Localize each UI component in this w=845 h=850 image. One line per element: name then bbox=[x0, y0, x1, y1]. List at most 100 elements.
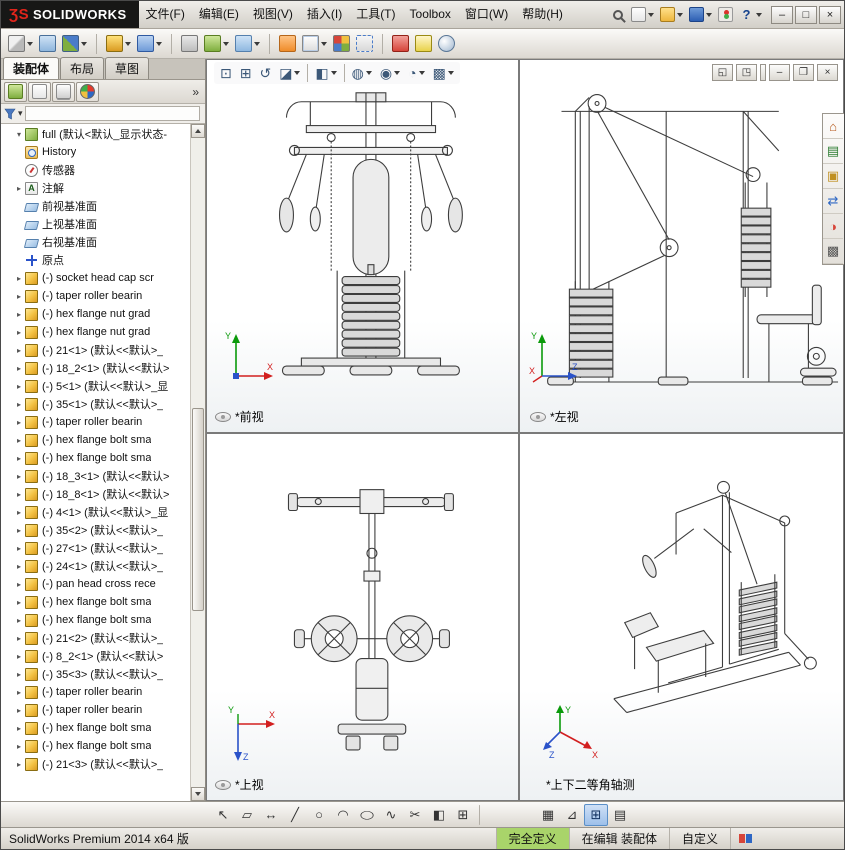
configurationmanager-tab[interactable] bbox=[52, 81, 75, 102]
tree-item[interactable]: ▸ (-) 35<2> (默认<<默认>_ bbox=[1, 521, 205, 539]
tree-item[interactable]: 前视基准面 bbox=[1, 197, 205, 215]
tree-item[interactable]: ▸ (-) 18_8<1> (默认<<默认> bbox=[1, 485, 205, 503]
menu-item[interactable]: 插入(I) bbox=[300, 1, 349, 28]
expand-arrow-icon[interactable]: ▸ bbox=[14, 742, 24, 751]
tree-item[interactable]: ▸ (-) 24<1> (默认<<默认>_ bbox=[1, 557, 205, 575]
expand-arrow-icon[interactable]: ▸ bbox=[14, 328, 24, 337]
options-button[interactable] bbox=[715, 3, 736, 27]
linear-component-pattern-button[interactable] bbox=[59, 31, 90, 57]
expand-arrow-icon[interactable]: ▸ bbox=[14, 670, 24, 679]
displaymanager-tab[interactable] bbox=[76, 81, 99, 102]
menu-item[interactable]: 窗口(W) bbox=[458, 1, 515, 28]
tree-item[interactable]: History bbox=[1, 143, 205, 161]
viewport-front[interactable]: Y X *前视 bbox=[206, 59, 519, 433]
expand-arrow-icon[interactable]: ▸ bbox=[14, 580, 24, 589]
tree-item[interactable]: ▸ (-) hex flange bolt sma bbox=[1, 737, 205, 755]
search-icon[interactable] bbox=[608, 3, 628, 27]
tab-layout[interactable]: 布局 bbox=[60, 57, 105, 79]
menu-item[interactable]: Toolbox bbox=[403, 1, 458, 28]
tree-item[interactable]: 传感器 bbox=[1, 161, 205, 179]
bill-of-materials-button[interactable] bbox=[299, 31, 330, 57]
filter-dropdown-arrow[interactable]: ▾ bbox=[18, 108, 23, 119]
expand-arrow-icon[interactable]: ▸ bbox=[14, 364, 24, 373]
tree-item[interactable]: ▸ (-) 21<2> (默认<<默认>_ bbox=[1, 629, 205, 647]
separator[interactable] bbox=[165, 31, 178, 57]
expand-arrow-icon[interactable]: ▸ bbox=[14, 544, 24, 553]
spline-tool-button[interactable]: ∿ bbox=[379, 804, 403, 826]
trim-tool-button[interactable]: ✂ bbox=[403, 804, 427, 826]
arc-tool-button[interactable]: ◠ bbox=[331, 804, 355, 826]
minimize-button[interactable]: – bbox=[771, 5, 793, 24]
tree-item[interactable]: ▸ (-) 4<1> (默认<<默认>_显 bbox=[1, 503, 205, 521]
hide-show-items-button[interactable]: ◉ bbox=[376, 62, 404, 84]
tree-item[interactable]: ▸ 注解 bbox=[1, 179, 205, 197]
insert-components-button[interactable] bbox=[5, 31, 36, 57]
propertymanager-tab[interactable] bbox=[28, 81, 51, 102]
tree-item[interactable]: ▸ (-) 21<1> (默认<<默认>_ bbox=[1, 341, 205, 359]
panel-overflow-chevron[interactable]: » bbox=[189, 85, 202, 99]
explode-line-sketch-button[interactable] bbox=[353, 31, 376, 57]
tree-item[interactable]: ▸ (-) 18_2<1> (默认<<默认> bbox=[1, 359, 205, 377]
tree-item[interactable]: ▸ (-) taper roller bearin bbox=[1, 701, 205, 719]
solidworks-resources-tab[interactable]: ⌂ bbox=[823, 114, 843, 139]
expand-arrow-icon[interactable]: ▸ bbox=[14, 292, 24, 301]
tree-item[interactable]: ▸ (-) 5<1> (默认<<默认>_显 bbox=[1, 377, 205, 395]
expand-arrow-icon[interactable]: ▸ bbox=[14, 598, 24, 607]
expand-arrow-icon[interactable]: ▸ bbox=[14, 634, 24, 643]
view-palette-tab[interactable]: ⇄ bbox=[823, 189, 843, 214]
quick-snaps-button[interactable]: ⊿ bbox=[560, 804, 584, 826]
evaluate-table-button[interactable]: ▤ bbox=[608, 804, 632, 826]
mirror-tool-button[interactable]: ◧ bbox=[427, 804, 451, 826]
apply-scene-button[interactable]: ▩ bbox=[429, 62, 458, 84]
pattern-tool-button[interactable]: ⊞ bbox=[451, 804, 475, 826]
scroll-down-button[interactable] bbox=[191, 787, 205, 801]
edit-appearance-button[interactable]: ◔ bbox=[404, 62, 428, 84]
select-tool-button[interactable]: ↖ bbox=[211, 804, 235, 826]
tag-icon[interactable] bbox=[730, 828, 760, 849]
tree-item[interactable]: ▸ (-) 35<3> (默认<<默认>_ bbox=[1, 665, 205, 683]
tree-item[interactable]: ▸ (-) 21<3> (默认<<默认>_ bbox=[1, 755, 205, 773]
menu-item[interactable]: 文件(F) bbox=[139, 1, 192, 28]
expand-arrow-icon[interactable]: ▸ bbox=[14, 418, 24, 427]
new-document-button[interactable] bbox=[628, 3, 657, 27]
measure-button[interactable] bbox=[412, 31, 435, 57]
gap[interactable] bbox=[760, 64, 766, 81]
menu-item[interactable]: 工具(T) bbox=[349, 1, 402, 28]
expand-arrow-icon[interactable]: ▸ bbox=[14, 436, 24, 445]
tree-item[interactable]: 右视基准面 bbox=[1, 233, 205, 251]
tree-item[interactable]: ▸ (-) 18_3<1> (默认<<默认> bbox=[1, 467, 205, 485]
expand-arrow-icon[interactable]: ▸ bbox=[14, 616, 24, 625]
zoom-to-area-button[interactable]: ⊞ bbox=[236, 62, 256, 84]
tab-sketch[interactable]: 草图 bbox=[105, 57, 150, 79]
expand-arrow-icon[interactable]: ▸ bbox=[14, 526, 24, 535]
tree-item[interactable]: ▸ (-) taper roller bearin bbox=[1, 413, 205, 431]
menu-item[interactable]: 视图(V) bbox=[246, 1, 300, 28]
expand-arrow-icon[interactable]: ▸ bbox=[14, 652, 24, 661]
expand-arrow-icon[interactable]: ▾ bbox=[14, 130, 24, 139]
expand-arrow-icon[interactable]: ▸ bbox=[14, 562, 24, 571]
tree-item[interactable]: ▸ (-) 8_2<1> (默认<<默认> bbox=[1, 647, 205, 665]
tree-scrollbar[interactable] bbox=[190, 124, 205, 801]
expand-arrow-icon[interactable]: ▸ bbox=[14, 454, 24, 463]
tree-item[interactable]: ▸ (-) hex flange bolt sma bbox=[1, 719, 205, 737]
separator[interactable] bbox=[343, 64, 345, 82]
expand-arrow-icon[interactable]: ▸ bbox=[14, 688, 24, 697]
view-orientation-button[interactable]: ◧ bbox=[311, 62, 340, 84]
mass-properties-button[interactable] bbox=[435, 31, 458, 57]
custom-tab-button[interactable]: 自定义 bbox=[668, 828, 730, 849]
show-hidden-components-button[interactable] bbox=[178, 31, 201, 57]
viewport-left[interactable]: Y Z X *左视 bbox=[519, 59, 844, 433]
display-style-button[interactable]: ◍ bbox=[348, 62, 376, 84]
line-tool-button[interactable]: ╱ bbox=[283, 804, 307, 826]
appearances-scenes-tab[interactable]: ◑ bbox=[823, 214, 843, 239]
tree-item[interactable]: ▸ (-) taper roller bearin bbox=[1, 683, 205, 701]
filter-input[interactable] bbox=[24, 106, 200, 121]
close-button[interactable]: × bbox=[819, 5, 841, 24]
child-restore-button[interactable]: ❐ bbox=[793, 64, 814, 81]
smart-dimension-button[interactable]: ↔ bbox=[259, 804, 283, 826]
design-library-tab[interactable]: ▤ bbox=[823, 139, 843, 164]
sketch-button[interactable]: ▱ bbox=[235, 804, 259, 826]
separator[interactable] bbox=[376, 31, 389, 57]
separator[interactable] bbox=[90, 31, 103, 57]
expand-arrow-icon[interactable]: ▸ bbox=[14, 382, 24, 391]
